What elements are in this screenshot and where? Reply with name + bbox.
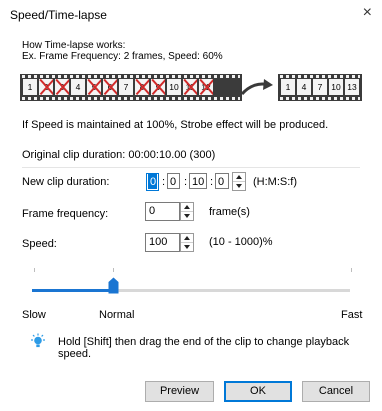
spin-up-button[interactable] bbox=[181, 203, 193, 212]
chevron-down-icon bbox=[184, 214, 190, 218]
film-perforations-top bbox=[280, 75, 360, 78]
film-frame: 1 bbox=[281, 79, 295, 95]
minutes-field[interactable]: 0 bbox=[167, 173, 180, 189]
slider-max-label: Fast bbox=[341, 309, 363, 321]
seconds-field[interactable]: 10 bbox=[189, 173, 207, 189]
spin-down-button[interactable] bbox=[233, 182, 245, 190]
frame-frequency-unit: frame(s) bbox=[209, 206, 250, 218]
frame-frequency-input[interactable]: 0 bbox=[145, 202, 180, 221]
film-frame: 4 bbox=[71, 79, 85, 95]
new-duration-label: New clip duration: bbox=[22, 176, 110, 188]
film-frame-skipped: 6 bbox=[103, 79, 117, 95]
speed-input[interactable]: 100 bbox=[145, 233, 180, 252]
speed-range-hint: (10 - 1000)% bbox=[209, 236, 273, 248]
speed-spinner[interactable] bbox=[180, 233, 194, 252]
film-frame-skipped: 12 bbox=[199, 79, 213, 95]
film-frame: 10 bbox=[167, 79, 181, 95]
film-perforations-bottom bbox=[22, 97, 240, 100]
arrow-right-icon bbox=[240, 79, 273, 96]
film-frame: 13 bbox=[345, 79, 359, 95]
speed-label: Speed: bbox=[22, 238, 57, 250]
result-frames: 1 4 7 10 13 bbox=[281, 79, 359, 95]
film-frame: 7 bbox=[119, 79, 133, 95]
time-separator: : bbox=[162, 176, 166, 188]
slider-tick bbox=[113, 268, 114, 272]
film-perforations-top bbox=[22, 75, 240, 78]
slider-mid-label: Normal bbox=[99, 309, 135, 321]
film-frame-skipped: 2 bbox=[39, 79, 53, 95]
how-it-works-text: How Time-lapse works: Ex. Frame Frequenc… bbox=[22, 40, 223, 62]
time-separator: : bbox=[210, 176, 214, 188]
spin-up-button[interactable] bbox=[181, 234, 193, 243]
chevron-up-icon bbox=[236, 175, 242, 179]
dialog-title: Speed/Time-lapse bbox=[10, 8, 107, 22]
cancel-button[interactable]: Cancel bbox=[302, 381, 370, 402]
spin-down-button[interactable] bbox=[181, 212, 193, 220]
duration-spinner[interactable] bbox=[232, 172, 246, 191]
strobe-note: If Speed is maintained at 100%, Strobe e… bbox=[22, 119, 329, 131]
film-frame: 10 bbox=[329, 79, 343, 95]
film-perforations-bottom bbox=[280, 97, 360, 100]
film-frame: 1 bbox=[23, 79, 37, 95]
divider bbox=[22, 167, 360, 168]
close-icon[interactable]: × bbox=[363, 4, 372, 22]
chevron-down-icon bbox=[184, 245, 190, 249]
ok-button[interactable]: OK bbox=[224, 381, 292, 402]
chevron-down-icon bbox=[236, 184, 242, 188]
film-frame-skipped: 8 bbox=[135, 79, 149, 95]
film-frame: 4 bbox=[297, 79, 311, 95]
speed-slider-thumb[interactable] bbox=[108, 277, 119, 294]
source-frames: 1 2 3 4 5 6 7 8 9 10 11 12 bbox=[23, 79, 213, 95]
film-frame-skipped: 3 bbox=[55, 79, 69, 95]
film-frame-skipped: 9 bbox=[151, 79, 165, 95]
how-it-works-heading: How Time-lapse works: bbox=[22, 40, 126, 51]
slider-min-label: Slow bbox=[22, 309, 46, 321]
spin-down-button[interactable] bbox=[181, 243, 193, 251]
slider-tick bbox=[34, 268, 35, 272]
frame-frequency-spinner[interactable] bbox=[180, 202, 194, 221]
lightbulb-icon bbox=[31, 333, 45, 348]
preview-button[interactable]: Preview bbox=[145, 381, 214, 402]
time-separator: : bbox=[184, 176, 188, 188]
source-film-strip: 1 2 3 4 5 6 7 8 9 10 11 12 bbox=[20, 74, 242, 101]
film-frame-skipped: 5 bbox=[87, 79, 101, 95]
tip-text: Hold [Shift] then drag the end of the cl… bbox=[58, 336, 350, 360]
original-duration: Original clip duration: 00:00:10.00 (300… bbox=[22, 149, 216, 161]
frames-field[interactable]: 0 bbox=[215, 173, 229, 189]
chevron-up-icon bbox=[184, 236, 190, 240]
example-text: Ex. Frame Frequency: 2 frames, Speed: 60… bbox=[22, 51, 223, 62]
frame-frequency-label: Frame frequency: bbox=[22, 208, 109, 220]
result-film-strip: 1 4 7 10 13 bbox=[278, 74, 362, 101]
speed-slider-fill bbox=[32, 289, 113, 292]
hours-field[interactable]: 0 bbox=[148, 174, 157, 189]
film-frame: 7 bbox=[313, 79, 327, 95]
time-format-hint: (H:M:S:f) bbox=[253, 176, 297, 188]
film-frame-skipped: 11 bbox=[183, 79, 197, 95]
spin-up-button[interactable] bbox=[233, 173, 245, 182]
slider-tick bbox=[351, 268, 352, 272]
chevron-up-icon bbox=[184, 205, 190, 209]
